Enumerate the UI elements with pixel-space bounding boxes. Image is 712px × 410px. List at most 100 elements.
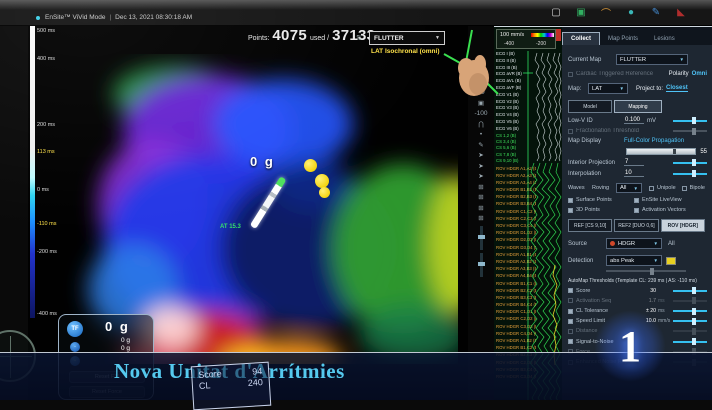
fractionation-slider[interactable] bbox=[673, 130, 707, 132]
lowv-slider[interactable] bbox=[673, 120, 707, 122]
scale-tick-label: 0 ms bbox=[37, 187, 49, 193]
source-all-value[interactable]: All bbox=[668, 241, 675, 247]
force-main-value: 0 g bbox=[105, 319, 130, 334]
color-scale-bar[interactable] bbox=[30, 26, 35, 318]
chevron-down-icon: ▼ bbox=[680, 57, 684, 62]
panel-tab[interactable]: Lesions bbox=[646, 33, 683, 45]
threshold-slider[interactable] bbox=[673, 300, 707, 302]
waves-label: Waves bbox=[568, 185, 592, 191]
cardiac-ref-checkbox[interactable] bbox=[568, 72, 573, 77]
map-marker-icon[interactable]: ● bbox=[623, 5, 639, 19]
hand-tool-icon[interactable]: ➤ bbox=[478, 173, 483, 180]
active-map-value: FLUTTER bbox=[374, 35, 404, 42]
scale-tick-label: -200 ms bbox=[37, 249, 57, 255]
current-map-value: FLUTTER bbox=[620, 57, 646, 63]
source-dropdown[interactable]: HDGR ▼ bbox=[606, 238, 662, 249]
unipole-checkbox[interactable] bbox=[649, 186, 654, 191]
threshold-checkbox[interactable] bbox=[568, 309, 573, 314]
interior-projection-label: Interior Projection bbox=[568, 160, 624, 166]
threshold-checkbox[interactable] bbox=[568, 288, 573, 293]
camera-icon[interactable]: ▣ bbox=[478, 100, 484, 107]
map-display-value[interactable]: Full-Color Propagation bbox=[624, 138, 684, 144]
model-button[interactable]: Model bbox=[568, 100, 612, 113]
current-map-dropdown[interactable]: FLUTTER ▼ bbox=[616, 54, 688, 65]
interpolation-label: Interpolation bbox=[568, 171, 624, 177]
window-tile-icon-2[interactable]: ⊞ bbox=[478, 194, 483, 201]
threshold-checkbox[interactable] bbox=[568, 298, 573, 303]
score-value: 94 bbox=[252, 366, 263, 378]
3d-points-checkbox[interactable] bbox=[568, 208, 573, 213]
polarity-value[interactable]: Omni bbox=[692, 71, 707, 77]
map-display-label: Map Display bbox=[568, 138, 624, 144]
threshold-label: Activation Seq bbox=[576, 298, 634, 304]
lesion-marker[interactable] bbox=[304, 159, 317, 172]
roving-label: Roving bbox=[592, 185, 616, 191]
reference-channel-button[interactable]: REF [CS 9,10] bbox=[568, 219, 612, 232]
channel-logo: 1 bbox=[600, 314, 660, 378]
threshold-checkbox[interactable] bbox=[568, 319, 573, 324]
threshold-slider[interactable] bbox=[673, 310, 707, 312]
pointer-icon[interactable]: ➤ bbox=[478, 152, 483, 159]
project-to-value[interactable]: Closest bbox=[666, 85, 688, 92]
pointer-icon-2[interactable]: ➤ bbox=[478, 163, 483, 170]
interpolation-slider[interactable] bbox=[673, 173, 707, 175]
sweep-slider[interactable] bbox=[480, 253, 483, 277]
lock-icon[interactable]: ⋂ bbox=[478, 121, 483, 128]
pen-icon[interactable]: ✎ bbox=[478, 142, 483, 149]
lowv-value[interactable]: 0.100 bbox=[624, 117, 644, 124]
threshold-checkbox[interactable] bbox=[568, 329, 573, 334]
surface-points-checkbox[interactable] bbox=[568, 198, 573, 203]
sweep-value[interactable]: -100 bbox=[474, 110, 487, 117]
source-value: HDGR bbox=[618, 241, 635, 247]
dot-marker-icon[interactable]: • bbox=[480, 131, 482, 138]
automap-header: AutoMap Thresholds (Template CL: 239 ms … bbox=[568, 278, 707, 284]
interior-projection-slider[interactable] bbox=[673, 162, 707, 164]
detection-color-swatch[interactable] bbox=[666, 257, 676, 265]
reference-channel-button[interactable]: REF2 [DUO 0,6] bbox=[614, 219, 658, 232]
threshold-value[interactable]: 1.7 bbox=[634, 298, 656, 304]
threshold-slider[interactable] bbox=[673, 290, 707, 292]
waveform-panel[interactable]: 100 mm/s -400 -200 ECG I (B)ECG II (B)EC… bbox=[494, 26, 562, 400]
map-dropdown[interactable]: LAT ▼ bbox=[588, 83, 628, 94]
window-tile-icon-4[interactable]: ⊞ bbox=[478, 215, 483, 222]
detection-dropdown[interactable]: abs Peak ▼ bbox=[606, 255, 662, 266]
display-icon[interactable]: ▣ bbox=[573, 5, 589, 19]
bipole-checkbox[interactable] bbox=[682, 186, 687, 191]
scale-tick-label: -110 ms bbox=[37, 221, 56, 227]
active-map-dropdown[interactable]: FLUTTER ▼ bbox=[369, 31, 445, 45]
annotate-pen-icon[interactable]: ✎ bbox=[648, 5, 664, 19]
catheter-curve-icon[interactable]: ⌒ bbox=[598, 5, 614, 19]
cl-label: CL bbox=[199, 380, 211, 392]
gain-slider[interactable] bbox=[480, 226, 483, 250]
screen-capture-icon[interactable]: ▢ bbox=[548, 5, 564, 19]
panel-tab[interactable]: Collect bbox=[562, 32, 600, 45]
automap-threshold-row: Score 30 bbox=[568, 287, 707, 294]
chevron-down-icon: ▼ bbox=[654, 258, 658, 263]
sensitivity-slider[interactable] bbox=[606, 270, 686, 272]
window-tile-icon[interactable]: ⊞ bbox=[478, 184, 483, 191]
lesion-marker[interactable] bbox=[319, 187, 330, 198]
threshold-value[interactable]: 30 bbox=[634, 288, 656, 294]
panel-tab[interactable]: Map Points bbox=[600, 33, 646, 45]
lesion-marker[interactable] bbox=[315, 174, 329, 188]
threshold-slider[interactable] bbox=[673, 320, 707, 322]
threshold-slider[interactable] bbox=[673, 341, 707, 343]
channel-number: 1 bbox=[600, 314, 660, 378]
mapping-button[interactable]: Mapping bbox=[614, 100, 662, 113]
record-icon[interactable]: ◣ bbox=[673, 5, 689, 19]
source-label: Source bbox=[568, 241, 606, 247]
3d-points-label: 3D Points bbox=[576, 207, 634, 213]
interior-projection-value[interactable]: 7 bbox=[624, 159, 644, 166]
fractionation-checkbox[interactable] bbox=[568, 129, 573, 134]
roving-dropdown[interactable]: All ▼ bbox=[616, 183, 642, 193]
reference-channel-button[interactable]: ROV [HDGR] bbox=[661, 219, 705, 232]
liveview-checkbox[interactable] bbox=[634, 198, 639, 203]
activation-vectors-checkbox[interactable] bbox=[634, 208, 639, 213]
interpolation-value[interactable]: 10 bbox=[624, 170, 644, 177]
window-tile-icon-3[interactable]: ⊞ bbox=[478, 205, 483, 212]
propagation-opacity-slider[interactable] bbox=[626, 148, 696, 155]
threshold-slider[interactable] bbox=[673, 330, 707, 332]
threshold-checkbox[interactable] bbox=[568, 339, 573, 344]
lowv-label: Low-V ID bbox=[568, 118, 624, 124]
scale-tick-label: -400 ms bbox=[37, 311, 57, 317]
